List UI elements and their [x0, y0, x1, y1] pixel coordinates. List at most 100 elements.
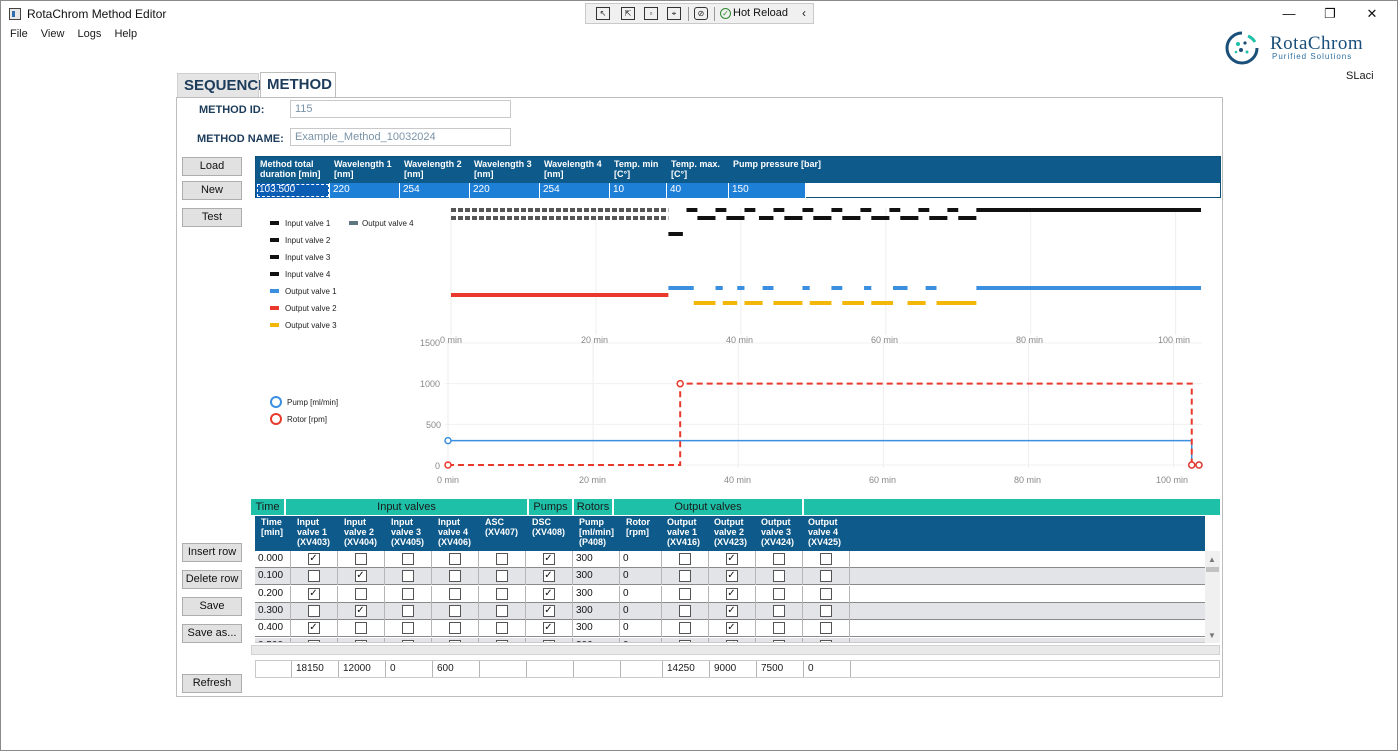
grid-cell-iv4[interactable] [432, 620, 479, 638]
grid-cell-iv2[interactable]: ✓ [338, 602, 385, 620]
checkbox-unchecked[interactable] [401, 553, 414, 565]
grid-cell-iv3[interactable] [385, 568, 432, 586]
checkbox-unchecked[interactable] [401, 587, 414, 600]
grid-cell-iv3[interactable] [385, 602, 432, 620]
grid-cell-dsc[interactable]: ✓ [526, 620, 573, 638]
checkbox-unchecked[interactable] [448, 553, 461, 565]
grid-cell-ov1[interactable] [662, 551, 709, 568]
grid-cell-ov3[interactable] [756, 585, 803, 603]
grid-cell-pump[interactable]: 300 [573, 585, 620, 603]
checkbox-unchecked[interactable] [678, 553, 691, 565]
grid-cell-asc[interactable] [479, 585, 526, 603]
scroll-up-icon[interactable]: ▲ [1208, 555, 1216, 564]
grid-cell-rotor[interactable]: 0 [620, 637, 662, 642]
grid-cell-iv2[interactable] [338, 585, 385, 603]
checkbox-checked[interactable]: ✓ [354, 570, 367, 583]
grid-cell-ov2[interactable]: ✓ [709, 585, 756, 603]
checkbox-unchecked[interactable] [772, 587, 785, 600]
checkbox-checked[interactable]: ✓ [725, 639, 738, 642]
grid-cell-ov1[interactable] [662, 637, 709, 642]
table-row[interactable]: 0.100 ✓ ✓ 300 0 ✓ [255, 568, 1205, 586]
grid-cell-dsc[interactable]: ✓ [526, 585, 573, 603]
checkbox-checked[interactable]: ✓ [307, 622, 320, 635]
grid-cell-dsc[interactable]: ✓ [526, 551, 573, 568]
grid-cell-ov3[interactable] [756, 637, 803, 642]
scroll-down-icon[interactable]: ▼ [1208, 631, 1216, 640]
grid-cell-iv3[interactable] [385, 585, 432, 603]
checkbox-unchecked[interactable] [772, 570, 785, 583]
checkbox-unchecked[interactable] [495, 639, 508, 642]
grid-cell-pump[interactable]: 300 [573, 637, 620, 642]
grid-cell-iv4[interactable] [432, 551, 479, 568]
grid-cell-iv1[interactable] [291, 602, 338, 620]
checkbox-checked[interactable]: ✓ [725, 587, 738, 600]
checkbox-checked[interactable]: ✓ [542, 604, 555, 617]
grid-cell-ov1[interactable] [662, 620, 709, 638]
checkbox-unchecked[interactable] [678, 604, 691, 617]
grid-cell-iv1[interactable]: ✓ [291, 551, 338, 568]
checkbox-unchecked[interactable] [495, 587, 508, 600]
checkbox-checked[interactable]: ✓ [725, 622, 738, 635]
checkbox-unchecked[interactable] [448, 604, 461, 617]
grid-cell-iv3[interactable] [385, 551, 432, 568]
checkbox-unchecked[interactable] [678, 622, 691, 635]
grid-cell-iv1[interactable] [291, 637, 338, 642]
grid-cell-ov3[interactable] [756, 620, 803, 638]
checkbox-unchecked[interactable] [354, 587, 367, 600]
checkbox-unchecked[interactable] [307, 639, 320, 642]
checkbox-unchecked[interactable] [678, 570, 691, 583]
table-row[interactable]: 0.300 ✓ ✓ 300 0 ✓ [255, 602, 1205, 620]
grid-cell-ov2[interactable]: ✓ [709, 568, 756, 586]
checkbox-unchecked[interactable] [495, 553, 508, 565]
checkbox-checked[interactable]: ✓ [307, 553, 320, 565]
checkbox-unchecked[interactable] [678, 587, 691, 600]
checkbox-unchecked[interactable] [401, 570, 414, 583]
checkbox-unchecked[interactable] [819, 570, 832, 583]
grid-cell-iv2[interactable]: ✓ [338, 637, 385, 642]
grid-cell-time[interactable]: 0.200 [255, 585, 291, 603]
grid-cell-iv2[interactable] [338, 551, 385, 568]
grid-cell-time[interactable]: 0.100 [255, 568, 291, 586]
checkbox-checked[interactable]: ✓ [542, 570, 555, 583]
checkbox-checked[interactable]: ✓ [725, 604, 738, 617]
table-row[interactable]: 0.200 ✓ ✓ 300 0 ✓ [255, 585, 1205, 603]
grid-cell-pump[interactable]: 300 [573, 620, 620, 638]
checkbox-unchecked[interactable] [772, 622, 785, 635]
grid-cell-time[interactable]: 0.300 [255, 602, 291, 620]
checkbox-checked[interactable]: ✓ [542, 553, 555, 565]
checkbox-checked[interactable]: ✓ [542, 639, 555, 642]
checkbox-checked[interactable]: ✓ [542, 622, 555, 635]
checkbox-unchecked[interactable] [495, 622, 508, 635]
table-row[interactable]: 0.500 ✓ ✓ 3000 ✓ [255, 637, 1205, 642]
grid-cell-ov4[interactable] [803, 568, 850, 586]
grid-cell-iv4[interactable] [432, 585, 479, 603]
grid-cell-pump[interactable]: 300 [573, 551, 620, 568]
grid-cell-ov4[interactable] [803, 602, 850, 620]
grid-cell-ov2[interactable]: ✓ [709, 620, 756, 638]
grid-cell-time[interactable]: 0.400 [255, 620, 291, 638]
checkbox-checked[interactable]: ✓ [725, 553, 738, 565]
grid-cell-iv1[interactable]: ✓ [291, 585, 338, 603]
checkbox-unchecked[interactable] [819, 587, 832, 600]
checkbox-checked[interactable]: ✓ [725, 570, 738, 583]
checkbox-unchecked[interactable] [772, 604, 785, 617]
checkbox-unchecked[interactable] [819, 639, 832, 642]
checkbox-unchecked[interactable] [448, 639, 461, 642]
checkbox-unchecked[interactable] [401, 604, 414, 617]
checkbox-checked[interactable]: ✓ [542, 587, 555, 600]
checkbox-unchecked[interactable] [448, 587, 461, 600]
scroll-thumb[interactable] [1206, 567, 1219, 572]
grid-cell-iv2[interactable] [338, 620, 385, 638]
checkbox-unchecked[interactable] [354, 622, 367, 635]
checkbox-unchecked[interactable] [678, 639, 691, 642]
grid-vertical-scrollbar[interactable]: ▲ ▼ [1205, 551, 1220, 643]
grid-cell-asc[interactable] [479, 568, 526, 586]
grid-cell-ov2[interactable]: ✓ [709, 602, 756, 620]
grid-cell-ov1[interactable] [662, 568, 709, 586]
grid-cell-dsc[interactable]: ✓ [526, 637, 573, 642]
checkbox-unchecked[interactable] [819, 553, 832, 565]
table-row[interactable]: 0.400 ✓ ✓ 300 0 ✓ [255, 620, 1205, 638]
checkbox-unchecked[interactable] [819, 622, 832, 635]
checkbox-unchecked[interactable] [307, 570, 320, 583]
checkbox-unchecked[interactable] [354, 553, 367, 565]
